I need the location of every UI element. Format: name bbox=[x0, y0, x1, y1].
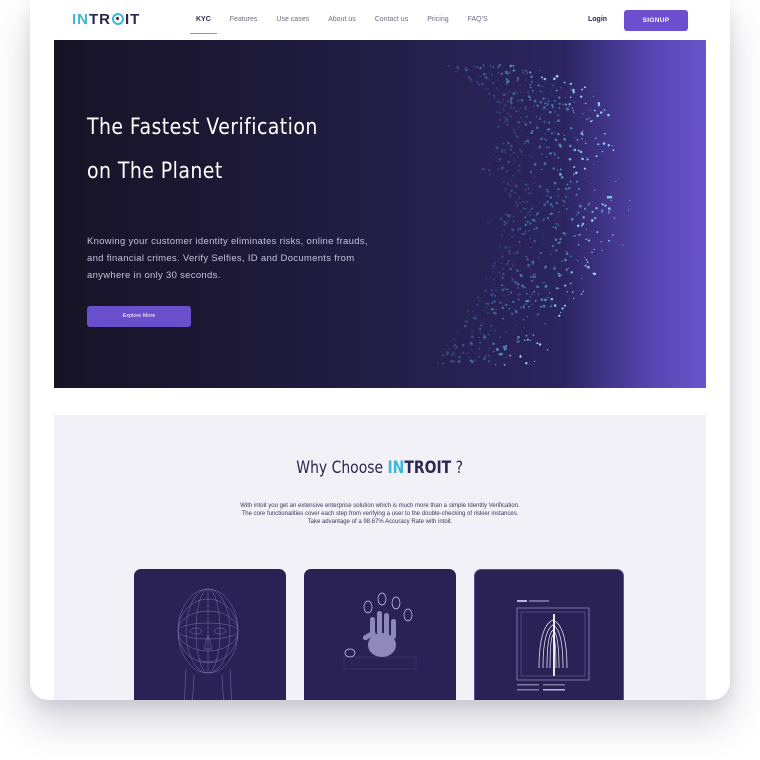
why-choose-description: With intoit you get an extensive enterpr… bbox=[180, 502, 580, 526]
main-menu: KYC Features Use cases About us Contact … bbox=[190, 0, 507, 40]
why-desc-line-3: Take advantage of a 98.67% Accuracy Rate… bbox=[307, 519, 453, 525]
logo-text-in: IN bbox=[72, 11, 89, 28]
fingerprint-scan-icon bbox=[516, 600, 590, 691]
introit-logo[interactable]: INTR IT bbox=[72, 11, 140, 28]
fingerprint-hand-icon bbox=[343, 592, 417, 670]
browser-window: INTR IT KYC Features Use cases About us C… bbox=[30, 0, 730, 700]
hero-title-line-2: on The Planet bbox=[87, 159, 223, 184]
logo-eye-icon bbox=[112, 13, 124, 25]
login-link[interactable]: Login bbox=[588, 0, 607, 40]
hero-title: The Fastest Verification on The Planet bbox=[87, 106, 362, 194]
feature-card-face-recognition[interactable] bbox=[134, 569, 286, 700]
feature-card-biometrics[interactable] bbox=[304, 569, 456, 700]
feature-card-fingerprint-scan[interactable] bbox=[474, 569, 624, 700]
why-title-brand-rest: TROIT bbox=[404, 458, 452, 478]
nav-item-pricing[interactable]: Pricing bbox=[427, 0, 448, 40]
why-choose-title: Why Choose INTROIT ? bbox=[54, 458, 706, 478]
nav-item-about-us[interactable]: About us bbox=[328, 0, 356, 40]
logo-text-tr: TR bbox=[89, 11, 111, 28]
why-title-prefix: Why Choose bbox=[296, 458, 388, 478]
why-desc-line-2: The core functionalities cover each step… bbox=[241, 511, 519, 517]
nav-item-faqs[interactable]: FAQ'S bbox=[468, 0, 488, 40]
face-mesh-icon bbox=[177, 588, 239, 700]
hero-title-line-1: The Fastest Verification bbox=[87, 115, 318, 140]
signup-button[interactable]: SIGNUP bbox=[624, 10, 688, 31]
nav-item-use-cases[interactable]: Use cases bbox=[276, 0, 309, 40]
why-desc-line-1: With intoit you get an extensive enterpr… bbox=[240, 503, 520, 509]
top-navbar: INTR IT KYC Features Use cases About us C… bbox=[30, 0, 730, 40]
nav-item-kyc[interactable]: KYC bbox=[190, 0, 217, 40]
page: INTR IT KYC Features Use cases About us C… bbox=[0, 0, 760, 760]
hero-banner: The Fastest Verification on The Planet K… bbox=[54, 40, 706, 388]
why-choose-section: Why Choose INTROIT ? With intoit you get… bbox=[54, 415, 706, 700]
particle-face-image bbox=[436, 64, 631, 366]
logo-text-it: IT bbox=[125, 11, 141, 28]
nav-item-features[interactable]: Features bbox=[230, 0, 258, 40]
hero-description: Knowing your customer identity eliminate… bbox=[87, 236, 368, 281]
nav-item-contact-us[interactable]: Contact us bbox=[375, 0, 408, 40]
why-title-suffix: ? bbox=[451, 458, 464, 478]
explore-more-button[interactable]: Explore More bbox=[87, 306, 191, 327]
why-title-brand-in: IN bbox=[387, 458, 405, 478]
